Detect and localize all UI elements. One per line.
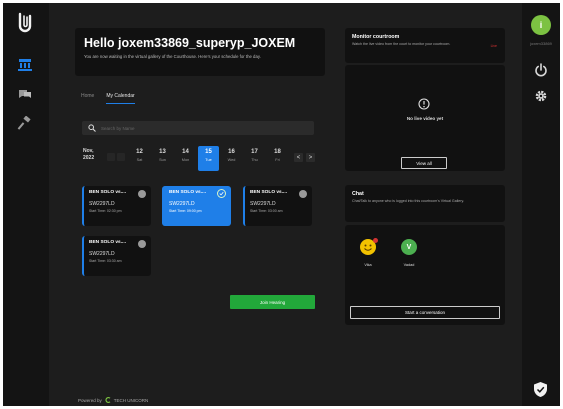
day-of-week: Thu [251, 158, 258, 162]
settings-gear-icon[interactable] [534, 89, 548, 103]
tab-home[interactable]: Home [81, 93, 94, 104]
day-cell[interactable]: 14 Mon [175, 146, 196, 171]
member-name: Vika [364, 263, 372, 267]
emoji-avatar [360, 238, 378, 255]
day-cell[interactable]: 13 Sun [152, 146, 173, 171]
day-of-week: Sat [136, 158, 143, 162]
chat-icon[interactable] [17, 87, 33, 101]
join-hearing-button[interactable]: Join Hearing [230, 295, 315, 309]
powered-by-label: Powered by [78, 397, 102, 403]
next-week-button[interactable]: > [306, 153, 315, 162]
day-number: 15 [205, 149, 212, 155]
no-video-message: No live video yet [406, 116, 444, 121]
day-of-week: Wed [227, 158, 236, 162]
case-start-time: Start Time: 09:00 pm [169, 209, 202, 213]
day-number: 12 [136, 149, 143, 155]
chat-member[interactable]: Vika [359, 238, 378, 267]
case-card[interactable]: BEN SOLO vs.... SW2297LD Start Time: 02:… [82, 186, 151, 226]
monitor-header: Monitor courtroom Watch the live video f… [345, 28, 505, 63]
day-of-week: Fri [275, 158, 280, 162]
greeting-title: Hello joxem33869_superyp_JOXEM [84, 36, 296, 50]
monitor-subtitle: Watch the live video from the court to m… [352, 42, 451, 46]
tech-unicorn-logo-icon [105, 397, 111, 403]
day-cell[interactable]: 16 Wed [221, 146, 242, 171]
power-icon[interactable] [534, 63, 548, 77]
case-code: SW2297LD [89, 201, 115, 207]
status-dot-icon [299, 190, 307, 198]
greeting-card: Hello joxem33869_superyp_JOXEM You are n… [75, 28, 325, 76]
app-window: i joxem33869 Hello joxem33869_superyp_JO… [3, 3, 560, 406]
tab-bar: Home My Calendar [81, 93, 135, 104]
day-cell-selected[interactable]: 15 Tue [198, 146, 219, 171]
search-bar [82, 121, 314, 135]
status-dot-icon [138, 190, 146, 198]
check-circle-icon [217, 189, 226, 198]
case-card[interactable]: BEN SOLO vs.... SW2297LD Start Time: 03:… [82, 236, 151, 276]
day-cell[interactable]: 17 Thu [244, 146, 265, 171]
shield-icon[interactable] [533, 381, 548, 398]
search-input[interactable] [101, 125, 301, 131]
calendar-blank-slots [107, 153, 125, 161]
greeting-subtitle: You are now waiting in the virtual galle… [84, 54, 261, 59]
case-start-time: Start Time: 02:30 pm [89, 209, 122, 213]
day-number: 17 [251, 149, 258, 155]
month-label: Nov, [83, 148, 94, 154]
case-code: SW2297LD [250, 201, 276, 207]
brand-label: TECH UNICORN [113, 397, 149, 403]
video-panel: No live video yet View all [345, 65, 505, 171]
right-rail: i joxem33869 [522, 3, 560, 406]
status-dot-icon [138, 240, 146, 248]
tab-my-calendar[interactable]: My Calendar [106, 93, 135, 104]
case-code: SW2297LD [169, 201, 195, 207]
app-logo-icon[interactable] [15, 12, 35, 34]
day-of-week: Mon [181, 158, 190, 162]
day-number: 13 [159, 149, 166, 155]
chat-panel: Vika V Vadad Start a conversation [345, 225, 505, 325]
member-avatar: V [401, 239, 417, 255]
view-all-button[interactable]: View all [401, 157, 447, 169]
case-start-time: Start Time: 03:30 am [89, 259, 122, 263]
start-conversation-button[interactable]: Start a conversation [350, 306, 500, 319]
gavel-icon[interactable] [17, 116, 33, 130]
footer: Powered by TECH UNICORN [78, 397, 148, 403]
courthouse-icon[interactable] [17, 58, 33, 72]
chat-subtitle: Chat/Talk to anyone who is logged into t… [352, 199, 465, 203]
unread-dot [373, 238, 378, 243]
year-label: 2022 [83, 155, 95, 161]
blank-day-slot [117, 153, 125, 161]
blank-day-slot [107, 153, 115, 161]
left-sidebar [3, 3, 49, 406]
search-icon [88, 124, 96, 132]
chat-header: Chat Chat/Talk to anyone who is logged i… [345, 185, 505, 222]
member-name: Vadad [403, 263, 415, 267]
day-of-week: Sun [159, 158, 166, 162]
day-cell[interactable]: 18 Fri [267, 146, 288, 171]
user-avatar[interactable]: i [531, 15, 551, 35]
case-card[interactable]: BEN SOLO vs.... SW2297LD Start Time: 03:… [243, 186, 312, 226]
info-circle-icon [418, 98, 430, 110]
day-number: 18 [274, 149, 281, 155]
user-name: joxem33869 [530, 41, 552, 46]
prev-week-button[interactable]: < [294, 153, 303, 162]
live-indicator: Live [490, 44, 497, 48]
monitor-title: Monitor courtroom [352, 34, 400, 40]
chat-title: Chat [352, 191, 364, 197]
day-number: 16 [228, 149, 235, 155]
chat-member[interactable]: V Vadad [400, 239, 418, 267]
case-code: SW2297LD [89, 251, 115, 257]
calendar-month: Nov, 2022 [83, 148, 94, 162]
day-cell[interactable]: 12 Sat [129, 146, 150, 171]
case-card-selected[interactable]: BEN SOLO vs.... SW2297LD Start Time: 09:… [162, 186, 231, 226]
day-of-week: Tue [205, 158, 212, 162]
calendar-days: 12 Sat 13 Sun 14 Mon 15 Tue 16 Wed 17 Thu 18 Fr… [129, 146, 288, 171]
day-number: 14 [182, 149, 189, 155]
case-start-time: Start Time: 03:00 am [250, 209, 283, 213]
